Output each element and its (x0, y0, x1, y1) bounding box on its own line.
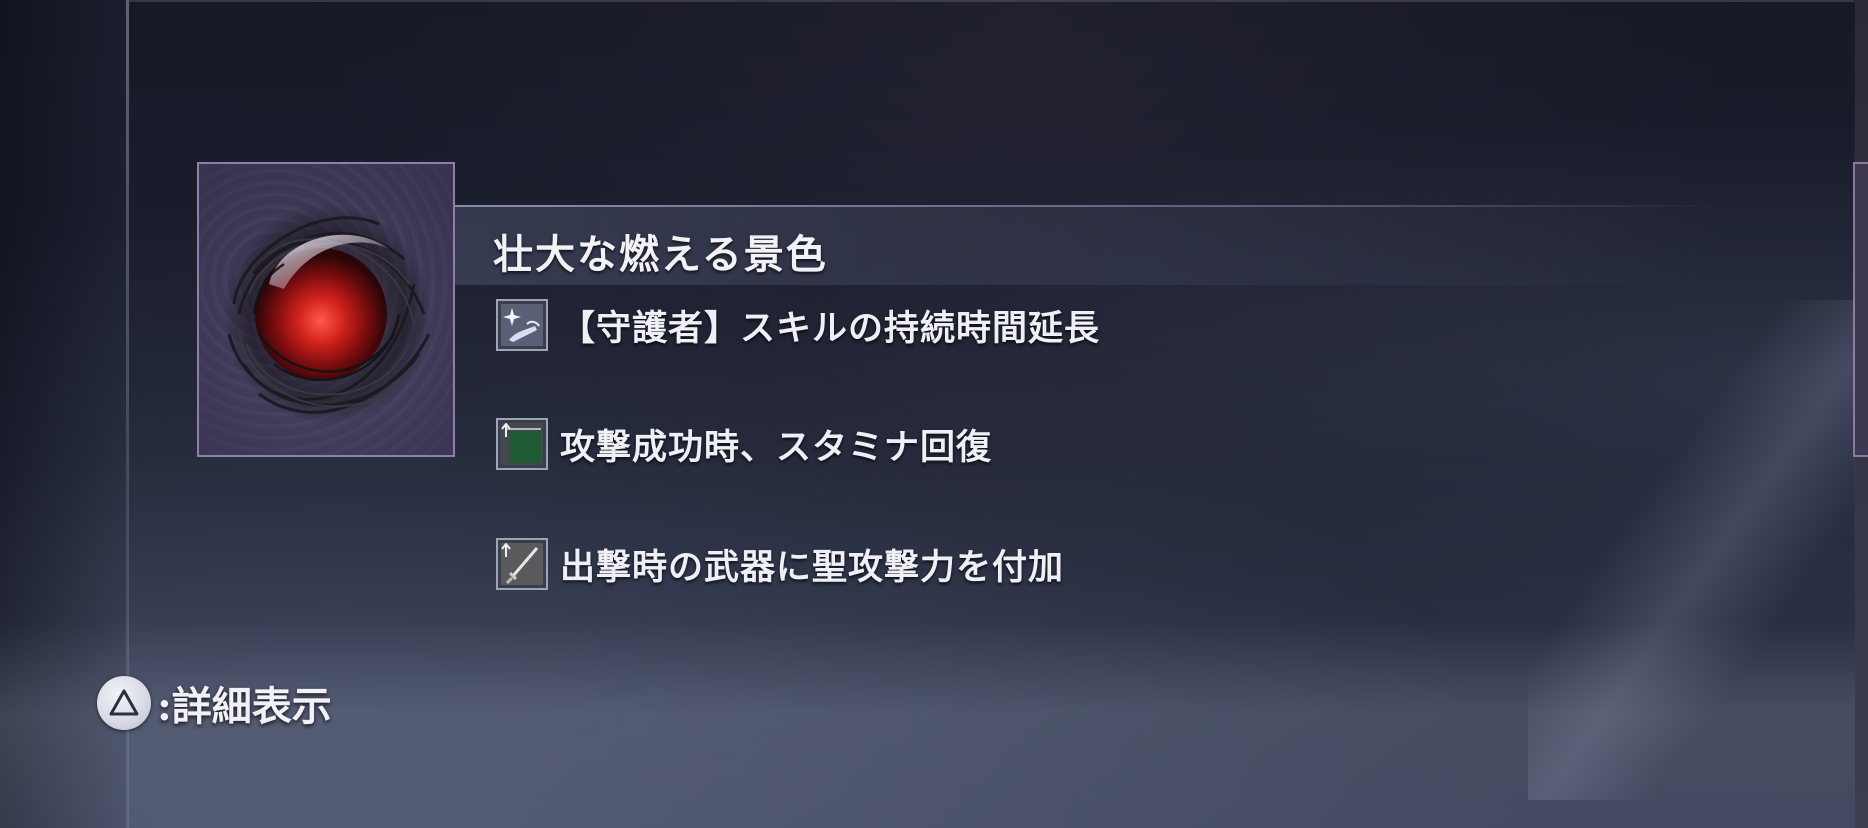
stamina-recovery-icon (496, 418, 548, 470)
effect-text-2: 攻撃成功時、スタミナ回復 (560, 426, 993, 468)
details-hint[interactable]: :詳細表示 (97, 674, 332, 732)
item-image-frame (197, 162, 455, 457)
effect-row-3: 出撃時の武器に聖攻撃力を付加 (496, 536, 1064, 592)
holy-weapon-icon (496, 538, 548, 590)
title-strip-line (455, 205, 1725, 207)
effect-text-1: 【守護者】スキルの持続時間延長 (560, 307, 1101, 349)
burning-orb-icon (223, 204, 431, 424)
panel-top-border (129, 0, 1854, 2)
guardian-skill-icon (496, 299, 548, 351)
effect-row-2: 攻撃成功時、スタミナ回復 (496, 416, 992, 472)
details-hint-label: :詳細表示 (157, 683, 332, 730)
adjacent-item-card-edge[interactable] (1853, 162, 1868, 457)
light-streak (1528, 300, 1868, 800)
effect-text-3: 出撃時の武器に聖攻撃力を付加 (560, 546, 1065, 588)
item-name: 壮大な燃える景色 (493, 231, 828, 278)
effect-row-1: 【守護者】スキルの持続時間延長 (496, 297, 1100, 353)
triangle-button-icon[interactable] (97, 676, 151, 730)
